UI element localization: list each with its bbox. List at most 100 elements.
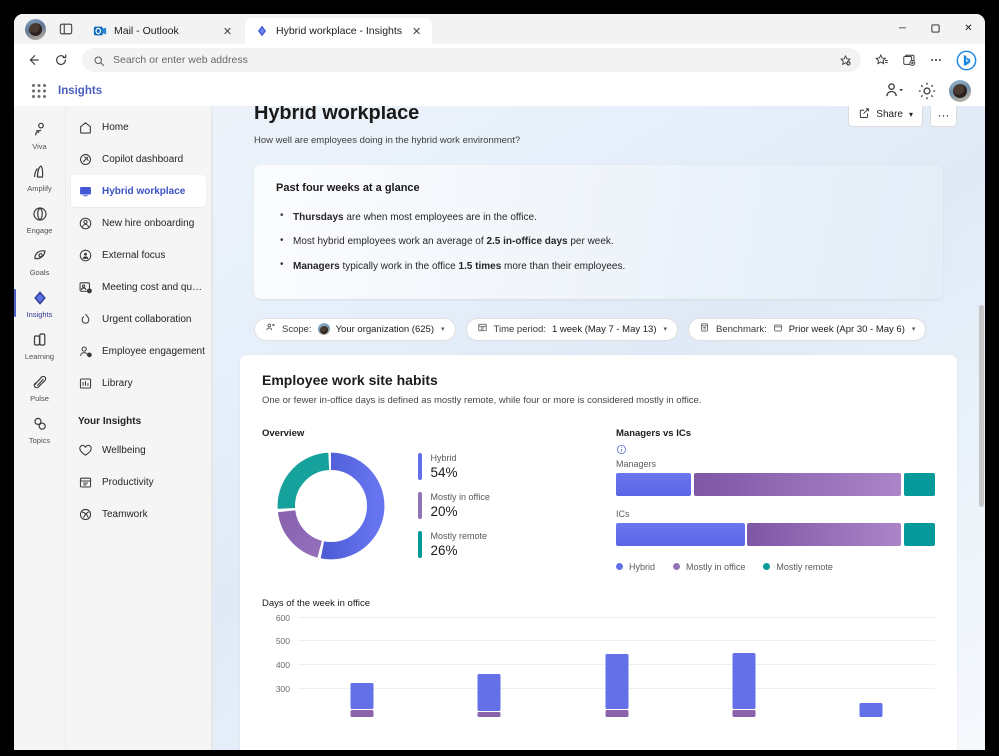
stacked-bar-ics [616, 523, 935, 546]
sidebar-item-meeting-cost-and-quality[interactable]: Meeting cost and qual... [71, 271, 206, 303]
filter-benchmark[interactable]: Benchmark: Prior week (Apr 30 - May 6) ▾ [688, 318, 926, 341]
account-avatar[interactable] [949, 80, 971, 102]
suite-actions [883, 80, 971, 102]
bar-columns [298, 617, 935, 717]
panel-title: Employee work site habits [262, 372, 935, 388]
bullet-text: Most hybrid employees work an average of [293, 236, 486, 247]
days-of-week-plot: 600 500 400 300 [298, 617, 935, 717]
rail-label: Topics [29, 436, 50, 445]
sidebar-item-label: Employee engagement [102, 346, 205, 357]
donut-legend: Hybrid 54% Mostly in office 20% [418, 453, 490, 558]
collections-icon[interactable] [896, 47, 922, 73]
browser-toolbar: Search or enter web address [14, 44, 985, 76]
topics-icon [30, 414, 50, 434]
rail-item-goals[interactable]: Goals [14, 240, 66, 282]
bar-segment-mostly-in-office [694, 473, 901, 496]
gear-icon[interactable] [916, 80, 938, 102]
favorites-icon[interactable] [869, 47, 895, 73]
managers-bar-group: Managers [616, 459, 935, 496]
back-arrow-icon[interactable] [20, 47, 46, 73]
filter-time-period[interactable]: Time period: 1 week (May 7 - May 13) ▾ [466, 318, 679, 341]
sidebar-item-label: Teamwork [102, 509, 148, 520]
browser-profile-avatar[interactable] [25, 19, 46, 40]
rail-label: Goals [30, 268, 50, 277]
rail-item-amplify[interactable]: Amplify [14, 156, 66, 198]
overview-donut-chart: Overview [262, 428, 600, 572]
tab-mail-outlook[interactable]: Mail - Outlook ✕ [83, 18, 243, 44]
legend-label: Mostly in office [686, 562, 745, 572]
maximize-button[interactable] [919, 14, 952, 42]
close-icon[interactable]: ✕ [220, 24, 235, 39]
bar-column-mon[interactable] [298, 617, 425, 717]
rail-item-topics[interactable]: Topics [14, 408, 66, 450]
bar-column-tue[interactable] [425, 617, 552, 717]
people-sharing-icon[interactable] [883, 80, 905, 102]
sidebar-item-label: Library [102, 378, 133, 389]
bar-segment-hybrid [350, 683, 373, 709]
refresh-icon[interactable] [48, 47, 74, 73]
sidebar-item-label: External focus [102, 250, 165, 261]
copilot-icon [78, 152, 93, 167]
legend-label: Mostly in office [431, 492, 490, 502]
address-input[interactable]: Search or enter web address [113, 54, 834, 66]
panel-subtitle: One or fewer in-office days is defined a… [262, 395, 935, 406]
bar-column-wed[interactable] [553, 617, 680, 717]
sidebar-item-teamwork[interactable]: Teamwork [71, 498, 206, 530]
engagement-icon [78, 344, 93, 359]
meeting-cost-icon [78, 280, 93, 295]
sidebar-item-new-hire-onboarding[interactable]: New hire onboarding [71, 207, 206, 239]
sidebar-item-label: Copilot dashboard [102, 154, 183, 165]
sidebar-item-urgent-collaboration[interactable]: Urgent collaboration [71, 303, 206, 335]
legend-item-mostly-in-office: Mostly in office 20% [418, 492, 490, 519]
rail-item-learning[interactable]: Learning [14, 324, 66, 366]
close-icon[interactable]: ✕ [409, 24, 424, 39]
close-window-button[interactable]: ✕ [952, 14, 985, 42]
info-icon[interactable] [616, 442, 627, 453]
favorite-add-icon[interactable] [834, 50, 856, 70]
bar-segment-hybrid [732, 653, 755, 709]
benchmark-icon [699, 322, 710, 336]
rail-item-engage[interactable]: Engage [14, 198, 66, 240]
glance-bullet-list: Thursdays are when most employees are in… [276, 205, 921, 279]
sidebar-item-hybrid-workplace[interactable]: Hybrid workplace [71, 175, 206, 207]
sidebar-item-wellbeing[interactable]: Wellbeing [71, 434, 206, 466]
rail-label: Amplify [27, 184, 52, 193]
legend-dot [616, 563, 623, 570]
scrollbar-thumb[interactable] [979, 305, 984, 507]
rail-item-viva[interactable]: Viva [14, 114, 66, 156]
filter-scope[interactable]: Scope: Your organization (625) ▾ [254, 318, 456, 341]
bar-column-thu[interactable] [680, 617, 807, 717]
sidebar-item-home[interactable]: Home [71, 111, 206, 143]
tab-list-icon[interactable] [53, 17, 79, 41]
main-scrollbar[interactable] [977, 76, 985, 750]
legend-color-swatch [418, 531, 422, 558]
y-axis-tick: 600 [276, 613, 290, 623]
rail-item-pulse[interactable]: Pulse [14, 366, 66, 408]
managers-vs-ics-title: Managers vs ICs [616, 428, 935, 439]
minimize-button[interactable]: ─ [886, 14, 919, 42]
viva-icon [30, 120, 50, 140]
bar-segment-hybrid [616, 523, 745, 546]
bing-copilot-icon[interactable] [953, 47, 979, 73]
sidebar-item-library[interactable]: Library [71, 367, 206, 399]
sidebar-item-external-focus[interactable]: External focus [71, 239, 206, 271]
suite-title[interactable]: Insights [58, 85, 102, 97]
list-item: Managers typically work in the office 1.… [276, 254, 921, 279]
bar-column-fri[interactable] [808, 617, 935, 717]
sidebar-item-productivity[interactable]: Productivity [71, 466, 206, 498]
visualizations-row: Overview [262, 428, 935, 572]
browser-window: Mail - Outlook ✕ Hybrid workplace - Insi… [14, 14, 985, 750]
sidebar-item-copilot-dashboard[interactable]: Copilot dashboard [71, 143, 206, 175]
list-item: Thursdays are when most employees are in… [276, 205, 921, 230]
address-bar[interactable]: Search or enter web address [82, 48, 861, 72]
settings-more-icon[interactable] [923, 47, 949, 73]
goals-icon [30, 246, 50, 266]
rail-item-insights[interactable]: Insights [14, 282, 66, 324]
sidebar-item-label: Meeting cost and qual... [102, 282, 206, 293]
app-launcher-icon[interactable] [28, 80, 50, 102]
sidebar-item-employee-engagement[interactable]: Employee engagement [71, 335, 206, 367]
share-icon [858, 107, 870, 122]
days-of-week-chart: Days of the week in office 600 500 400 3… [262, 598, 935, 717]
tab-hybrid-workplace-insights[interactable]: Hybrid workplace - Insights ✕ [245, 18, 432, 44]
legend-item-hybrid: Hybrid 54% [418, 453, 490, 480]
